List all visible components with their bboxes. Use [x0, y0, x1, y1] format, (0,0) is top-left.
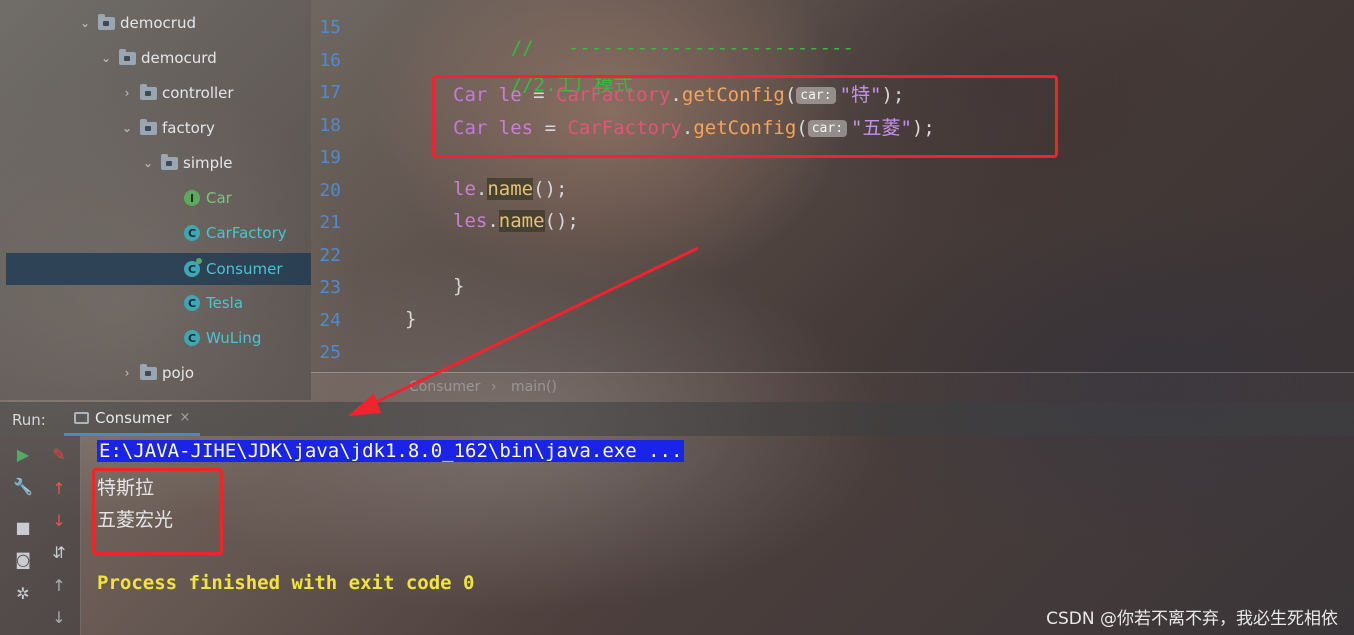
interface-icon: I — [184, 190, 200, 206]
method-name: name — [498, 210, 545, 232]
tree-item-label: factory — [162, 119, 215, 137]
class-icon: C — [184, 295, 200, 311]
code-line-23: } — [453, 275, 465, 297]
chevron-down-icon[interactable]: ⌄ — [78, 16, 92, 30]
bug-settings-icon[interactable]: ✲ — [11, 581, 35, 605]
console-exit-message: Process finished with exit code 0 — [97, 572, 475, 594]
play-icon[interactable]: ▶ — [11, 442, 35, 466]
tree-item-label: pojo — [162, 364, 195, 382]
up-icon[interactable]: ↑ — [47, 573, 71, 597]
tree-item-democrud[interactable]: ⌄ democrud — [78, 10, 196, 36]
tree-item-simple[interactable]: ⌄ simple — [141, 150, 233, 176]
line-number: 16 — [319, 50, 341, 71]
operator: . — [487, 210, 499, 232]
chevron-down-icon[interactable]: ⌄ — [99, 51, 113, 65]
run-label: Run: — [12, 411, 46, 429]
code-line-24: } — [405, 308, 417, 330]
tree-item-tesla[interactable]: C Tesla — [184, 290, 243, 316]
folder-icon — [140, 118, 157, 135]
paren: (); — [544, 210, 579, 232]
tree-item-label: Tesla — [206, 294, 244, 312]
variable-name: les — [453, 210, 488, 232]
line-number: 25 — [319, 342, 341, 363]
annotation-box-output — [92, 468, 223, 555]
project-tree: ⌄ democrud ⌄ democurd › controller ⌄ fac… — [0, 0, 311, 400]
line-number: 19 — [319, 147, 341, 168]
breadcrumb-separator: › — [491, 379, 497, 395]
tree-item-wuling[interactable]: C WuLing — [184, 325, 261, 351]
tree-item-label: democrud — [120, 14, 196, 32]
tab-label: Consumer — [95, 408, 172, 427]
down-icon[interactable]: ↓ — [47, 605, 71, 629]
console-icon — [74, 411, 89, 424]
run-panel-header: Run: Consumer × — [0, 402, 1354, 436]
line-number: 21 — [319, 212, 341, 233]
chevron-down-icon[interactable]: ⌄ — [120, 121, 134, 135]
stop-icon[interactable]: ■ — [11, 515, 35, 539]
class-icon: C — [184, 225, 200, 241]
method-name: name — [487, 178, 534, 200]
up-arrow-icon[interactable]: ↑ — [47, 476, 71, 500]
sort-icon[interactable]: ⇵ — [47, 540, 71, 564]
run-toolbar: ▶ 🔧 ■ ◙ ✲ ✎ ↑ ↓ ⇵ ↑ ↓ — [0, 436, 80, 635]
tree-item-label: CarFactory — [206, 224, 287, 242]
tree-item-carfactory[interactable]: C CarFactory — [184, 220, 287, 246]
chevron-right-icon[interactable]: › — [120, 366, 134, 380]
watermark: CSDN @你若不离不弃，我必生死相依 — [1046, 609, 1338, 629]
tree-item-label: WuLing — [206, 329, 262, 347]
camera-icon[interactable]: ◙ — [11, 547, 35, 571]
paren: (); — [533, 178, 568, 200]
tree-item-label: Car — [206, 189, 232, 207]
tree-item-label: simple — [183, 154, 233, 172]
breadcrumb-item[interactable]: main() — [511, 379, 557, 395]
tree-item-label: controller — [162, 84, 234, 102]
tree-item-consumer[interactable]: C Consumer — [6, 253, 311, 285]
runnable-class-icon: C — [184, 258, 202, 277]
annotation-box-code — [432, 75, 1058, 158]
edit-icon[interactable]: ✎ — [47, 442, 71, 466]
folder-icon — [161, 153, 178, 170]
folder-icon — [98, 13, 115, 30]
class-icon: C — [184, 330, 200, 346]
variable-name: le — [453, 178, 476, 200]
line-number: 24 — [319, 310, 341, 331]
code-line-20: le.name(); — [453, 178, 567, 200]
breadcrumb-item[interactable]: Consumer — [409, 379, 480, 395]
tree-item-factory[interactable]: ⌄ factory — [120, 115, 215, 141]
close-icon[interactable]: × — [180, 410, 191, 425]
code-editor[interactable]: 15 16 17 18 19 20 21 22 23 24 25 // ----… — [311, 0, 1354, 372]
breadcrumb: Consumer › main() — [311, 372, 1354, 403]
folder-icon — [119, 48, 136, 65]
tree-item-controller[interactable]: › controller — [120, 80, 234, 106]
tree-item-pojo[interactable]: › pojo — [120, 360, 194, 386]
chevron-down-icon[interactable]: ⌄ — [141, 156, 155, 170]
line-number: 20 — [319, 180, 341, 201]
line-number: 23 — [319, 277, 341, 298]
wrench-icon[interactable]: 🔧 — [11, 474, 35, 498]
line-number: 15 — [319, 17, 341, 38]
tree-item-car[interactable]: I Car — [184, 185, 232, 211]
chevron-right-icon[interactable]: › — [120, 86, 134, 100]
line-number: 18 — [319, 115, 341, 136]
folder-icon — [140, 363, 157, 380]
tree-item-democurd[interactable]: ⌄ democurd — [99, 45, 217, 71]
down-arrow-icon[interactable]: ↓ — [47, 508, 71, 532]
console-command: E:\JAVA-JIHE\JDK\java\jdk1.8.0_162\bin\j… — [97, 440, 685, 462]
tree-item-label: Consumer — [206, 260, 283, 278]
line-number: 22 — [319, 245, 341, 266]
tree-item-label: democurd — [141, 49, 217, 67]
tab-consumer[interactable]: Consumer × — [64, 402, 201, 436]
operator: . — [475, 178, 488, 200]
line-number: 17 — [319, 82, 341, 103]
code-line-21: les.name(); — [453, 210, 579, 232]
folder-icon — [140, 83, 157, 100]
